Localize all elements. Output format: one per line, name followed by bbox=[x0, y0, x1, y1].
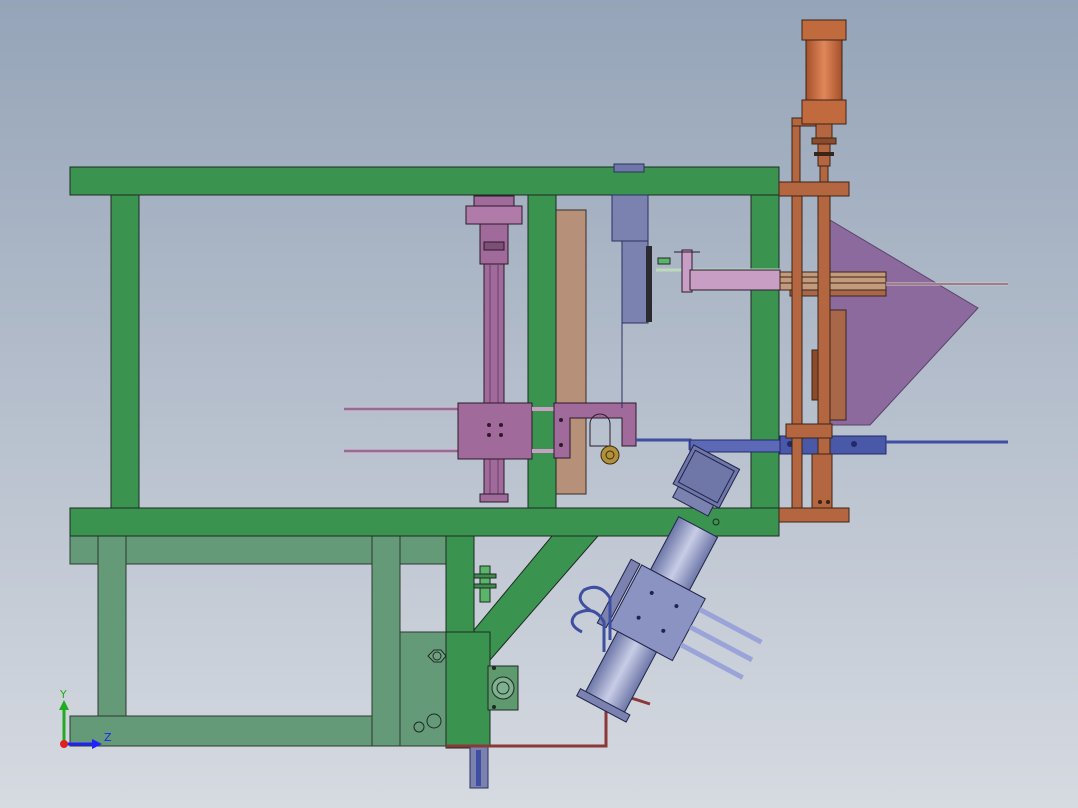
roller-icon bbox=[600, 445, 620, 465]
y-axis-label: Y bbox=[59, 688, 67, 701]
z-axis-label: Z bbox=[104, 731, 112, 744]
screw-icon bbox=[559, 443, 563, 447]
screw-icon bbox=[492, 705, 496, 709]
valve-fitting bbox=[473, 583, 497, 589]
feeder-block[interactable] bbox=[611, 194, 649, 242]
cad-viewport[interactable]: Y Z bbox=[0, 0, 1078, 808]
valve-fitting bbox=[473, 573, 497, 579]
pneumatic-fitting bbox=[657, 257, 671, 265]
origin-icon bbox=[60, 740, 68, 748]
strut-foot[interactable] bbox=[445, 631, 491, 747]
support-foot-rib bbox=[476, 750, 481, 786]
feeder-block-lower[interactable] bbox=[621, 240, 649, 324]
cad-drawing[interactable]: Y Z bbox=[0, 0, 1078, 808]
block-cap bbox=[613, 163, 645, 173]
screw-icon bbox=[492, 666, 496, 670]
screw-icon bbox=[559, 418, 563, 422]
feeder-guide bbox=[646, 246, 652, 322]
center-column[interactable] bbox=[527, 194, 557, 509]
bearing-icon bbox=[491, 676, 515, 700]
